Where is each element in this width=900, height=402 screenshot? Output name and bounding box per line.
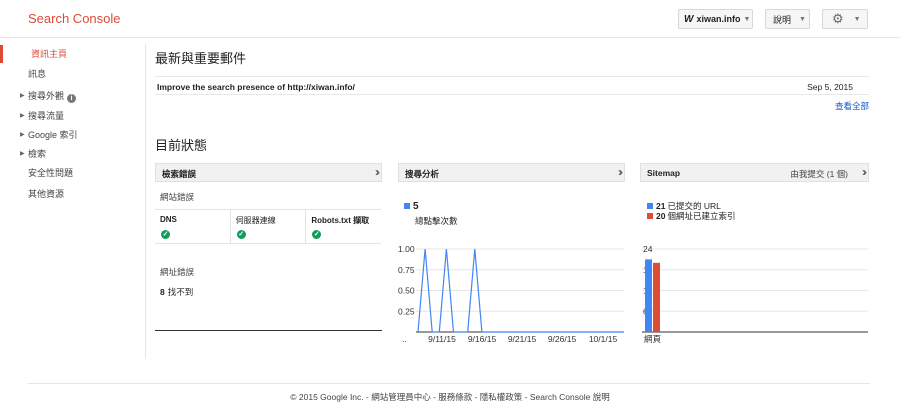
check-ok-icon: ✓ [312, 230, 322, 239]
server-connectivity-cell[interactable]: 伺服器連線 ✓ [231, 210, 307, 243]
x-tick-label: 9/16/15 [468, 334, 497, 344]
site-errors-table: DNS ✓ 伺服器連線 ✓ Robots.txt 擷取 ✓ [155, 209, 381, 244]
see-all-link[interactable]: 查看全部 [835, 100, 869, 112]
site-selector-label: xiwan.info [696, 14, 741, 24]
sidebar-item-dashboard[interactable]: 資訊主頁 [0, 45, 146, 63]
legend-swatch [404, 203, 410, 209]
sidebar: 資訊主頁 訊息 ▶ 搜尋外觀 i ▶ 搜尋流量 ▶ Google 索引 ▶ 檢索 … [0, 44, 146, 359]
double-chevron-right-icon[interactable]: ›› [618, 165, 623, 179]
dns-cell[interactable]: DNS ✓ [155, 210, 231, 243]
search-analytics-chart: 1.00 0.75 0.50 0.25.. 9/11/15 9/16/15 9/21/15 9… [398, 244, 624, 344]
y-tick-label: 0.75 [398, 265, 415, 275]
sidebar-item-label: 安全性問題 [28, 168, 74, 178]
legend-indexed: 20 個網址已建立索引 [647, 211, 735, 221]
legend-value: 5 [413, 201, 419, 212]
x-tick-label: 10/1/15 [589, 334, 618, 344]
dns-label: DNS [160, 215, 177, 224]
app-logo[interactable]: Search Console [28, 11, 121, 26]
sitemaps-submitted-by-me: 由我提交 (1 個) [790, 169, 848, 179]
help-button[interactable]: 說明 ▼ [765, 9, 810, 29]
help-button-label: 說明 [773, 14, 792, 25]
status-heading: 目前狀態 [155, 138, 208, 153]
site-logo-icon: W [684, 13, 694, 25]
top-bar: Search Console W xiwan.info ▼ 說明 ▼ ⚙ ▼ [0, 0, 900, 38]
sidebar-item-messages[interactable]: 訊息 [0, 65, 146, 83]
y-tick-label: 0.25 [398, 306, 415, 316]
sidebar-item-search-appearance[interactable]: ▶ 搜尋外觀 i [0, 87, 146, 105]
sidebar-item-label: 資訊主頁 [31, 49, 68, 59]
search-analytics-title: 搜尋分析 [405, 169, 440, 179]
bar-indexed [653, 262, 660, 332]
indexed-count: 20 [656, 211, 666, 221]
bar-submitted [645, 259, 652, 332]
sitemaps-chart: 2418126網頁 [642, 244, 868, 344]
y-tick-label: 24 [643, 244, 653, 254]
expand-triangle-icon: ▶ [20, 113, 25, 119]
url-errors-label: 網址錯誤 [160, 267, 195, 277]
y-tick-label: 1.00 [398, 244, 415, 254]
settings-button[interactable]: ⚙ ▼ [822, 9, 868, 29]
messages-heading: 最新與重要郵件 [155, 51, 247, 66]
sidebar-item-other-resources[interactable]: 其他資源 [0, 185, 146, 203]
sidebar-item-label: 搜尋流量 [28, 111, 65, 121]
crawl-card-baseline [155, 330, 382, 331]
expand-triangle-icon: ▶ [20, 151, 25, 157]
message-row[interactable]: Improve the search presence of http://xi… [155, 76, 869, 95]
footer: © 2015 Google Inc. - 網站管理員中心 - 服務條款 - 隱私… [290, 392, 610, 402]
server-connectivity-label: 伺服器連線 [235, 216, 276, 225]
sidebar-item-label: 訊息 [28, 69, 47, 79]
chevron-down-icon: ▼ [799, 15, 806, 23]
x-tick-label: 9/11/15 [428, 334, 456, 344]
check-ok-icon: ✓ [161, 230, 170, 239]
site-selector[interactable]: W xiwan.info ▼ [678, 9, 753, 29]
submitted-count: 21 [656, 201, 666, 211]
message-text: Improve the search presence of http://xi… [157, 82, 355, 92]
legend-swatch [647, 203, 653, 209]
x-tick-label: .. [402, 334, 407, 344]
url-errors-text: 找不到 [167, 287, 194, 297]
robots-fetch-label: Robots.txt 擷取 [311, 216, 370, 225]
sidebar-item-search-traffic[interactable]: ▶ 搜尋流量 [0, 107, 146, 125]
legend-submitted: 21 已提交的 URL [647, 201, 735, 211]
sidebar-item-label: 搜尋外觀 [28, 91, 65, 101]
search-analytics-legend: 5 總點擊次數 [404, 201, 458, 226]
search-analytics-card-header[interactable]: 搜尋分析 ›› [398, 163, 625, 182]
y-tick-label: 0.50 [398, 286, 415, 296]
legend-swatch [647, 213, 653, 219]
chevron-down-icon: ▼ [853, 15, 861, 23]
sitemaps-card-header[interactable]: Sitemap 由我提交 (1 個) ›› [640, 163, 869, 182]
submitted-label: 已提交的 URL [667, 201, 721, 211]
footer-divider [28, 383, 870, 384]
sitemaps-legend: 21 已提交的 URL 20 個網址已建立索引 [647, 201, 735, 221]
x-tick-label: 9/21/15 [508, 334, 537, 344]
double-chevron-right-icon[interactable]: ›› [862, 165, 867, 179]
site-errors-label: 網站錯誤 [160, 192, 195, 202]
info-icon[interactable]: i [67, 94, 77, 103]
chevron-down-icon: ▼ [743, 15, 751, 23]
url-errors-count: 8 [160, 287, 165, 297]
crawl-errors-card-header[interactable]: 檢索錯誤 ›› [155, 163, 382, 182]
sidebar-item-security-issues[interactable]: 安全性問題 [0, 164, 146, 182]
double-chevron-right-icon[interactable]: ›› [375, 165, 380, 179]
sidebar-item-label: 其他資源 [28, 189, 65, 199]
message-date: Sep 5, 2015 [807, 82, 853, 92]
robots-fetch-cell[interactable]: Robots.txt 擷取 ✓ [306, 210, 381, 243]
gear-icon: ⚙ [832, 11, 844, 26]
sitemaps-title: Sitemap [647, 168, 681, 178]
crawl-errors-title: 檢索錯誤 [162, 169, 197, 179]
expand-triangle-icon: ▶ [20, 132, 25, 138]
expand-triangle-icon: ▶ [20, 93, 25, 99]
url-errors-summary[interactable]: 8 找不到 [160, 286, 193, 298]
sidebar-item-label: Google 索引 [28, 130, 78, 140]
sidebar-item-google-index[interactable]: ▶ Google 索引 [0, 126, 146, 144]
sidebar-item-label-wrap: 搜尋外觀 i [28, 87, 77, 105]
indexed-label: 個網址已建立索引 [667, 211, 736, 221]
legend-name: 總點擊次數 [415, 216, 458, 226]
check-ok-icon: ✓ [236, 230, 246, 239]
x-tick-label: 網頁 [644, 334, 662, 344]
x-tick-label: 9/26/15 [548, 334, 577, 344]
sidebar-item-crawl[interactable]: ▶ 檢索 [0, 145, 146, 163]
sidebar-item-label: 檢索 [28, 149, 47, 159]
